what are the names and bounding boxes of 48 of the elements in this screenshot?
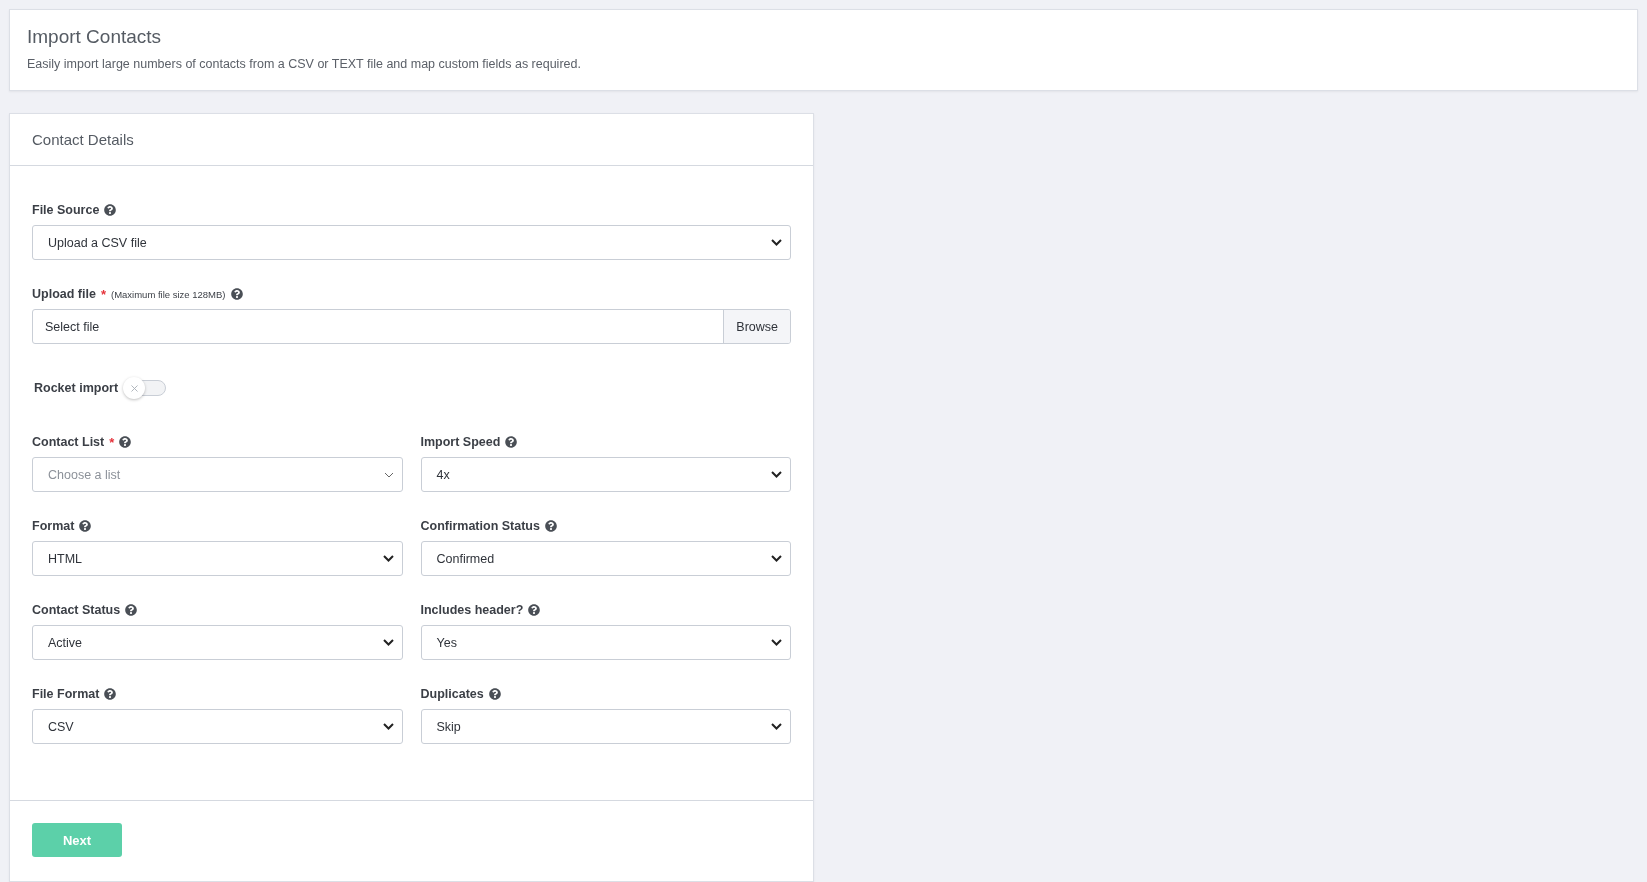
chevron-down-icon bbox=[383, 471, 394, 478]
help-icon[interactable] bbox=[544, 520, 557, 532]
select-field[interactable]: Confirmed bbox=[420, 541, 791, 576]
close-icon bbox=[128, 382, 140, 394]
help-icon[interactable] bbox=[230, 288, 243, 300]
help-icon[interactable] bbox=[104, 688, 117, 700]
field-note: (Maximum file size 128MB) bbox=[110, 288, 226, 300]
field-label: Contact List bbox=[32, 435, 105, 449]
field-label: Includes header? bbox=[420, 603, 524, 617]
select-field[interactable]: Active bbox=[32, 625, 403, 660]
chevron-down-icon bbox=[771, 639, 782, 646]
chevron-down-icon bbox=[771, 555, 782, 562]
page-title: Import Contacts bbox=[27, 26, 163, 48]
field-label: File Format bbox=[32, 687, 100, 701]
toggle-switch[interactable] bbox=[124, 380, 167, 396]
browse-button[interactable]: Browse bbox=[723, 310, 790, 343]
field-label: Upload file bbox=[32, 287, 96, 301]
help-icon[interactable] bbox=[528, 604, 541, 616]
required-mark: * bbox=[100, 286, 106, 302]
help-icon[interactable] bbox=[505, 436, 518, 448]
file-input-field[interactable]: Select file Browse bbox=[32, 309, 791, 344]
card-title: Contact Details bbox=[32, 131, 135, 148]
help-icon[interactable] bbox=[79, 520, 92, 532]
chevron-down-icon bbox=[771, 723, 782, 730]
field-label: Duplicates bbox=[420, 687, 484, 701]
field-label: Contact Status bbox=[32, 603, 121, 617]
field-label: File Source bbox=[32, 203, 100, 217]
select-field[interactable]: Skip bbox=[420, 709, 791, 744]
help-icon[interactable] bbox=[104, 204, 117, 216]
help-icon[interactable] bbox=[119, 436, 132, 448]
help-icon[interactable] bbox=[488, 688, 501, 700]
chevron-down-icon bbox=[382, 723, 394, 730]
select-field[interactable]: Upload a CSV file bbox=[32, 225, 791, 260]
help-icon[interactable] bbox=[125, 604, 138, 616]
field-label: Format bbox=[32, 519, 75, 533]
chevron-down-icon bbox=[382, 639, 394, 646]
select-field[interactable]: CSV bbox=[32, 709, 403, 744]
select-field[interactable]: 4x bbox=[420, 457, 791, 492]
page-description: Easily import large numbers of contacts from a CSV or TEXT file and map custom fields as required. bbox=[27, 57, 582, 71]
select-field[interactable]: Yes bbox=[420, 625, 791, 660]
chevron-down-icon bbox=[771, 239, 782, 246]
chevron-down-icon bbox=[771, 471, 782, 478]
select-field[interactable]: HTML bbox=[32, 541, 403, 576]
chevron-down-icon bbox=[382, 555, 394, 562]
field-label: Confirmation Status bbox=[420, 519, 540, 533]
field-label: Rocket import bbox=[34, 381, 119, 395]
field-label: Import Speed bbox=[420, 435, 501, 449]
required-mark: * bbox=[109, 434, 115, 450]
